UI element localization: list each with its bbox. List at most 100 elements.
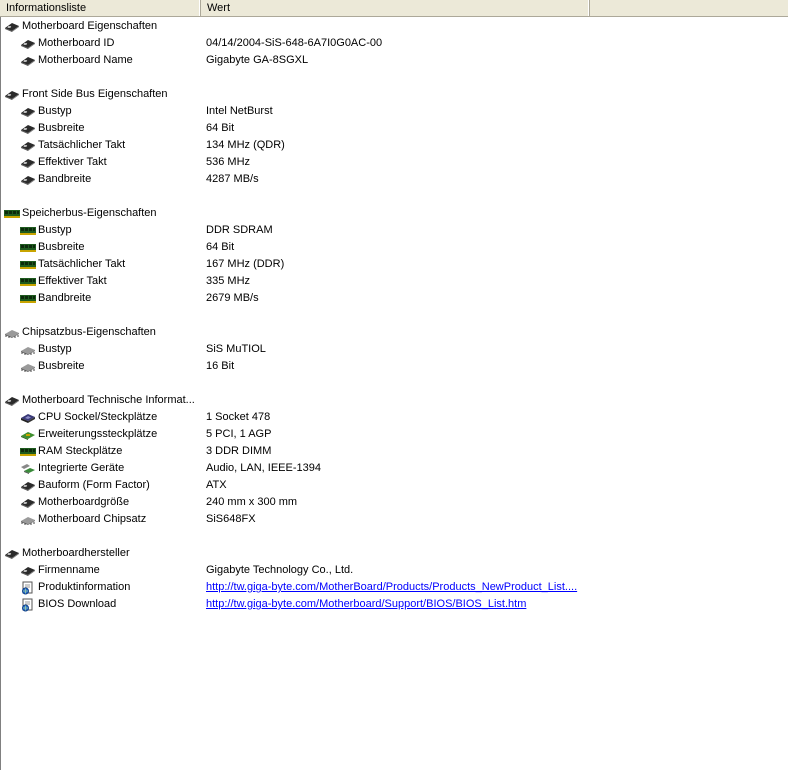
group-header[interactable]: Motherboard Eigenschaften (2, 18, 786, 35)
list-item[interactable]: Tatsächlicher Takt 167 MHz (DDR) (2, 256, 786, 273)
list-item[interactable]: Firmenname Gigabyte Technology Co., Ltd. (2, 562, 786, 579)
list-item[interactable]: Motherboard Name Gigabyte GA-8SGXL (2, 52, 786, 69)
item-value: DDR SDRAM (206, 224, 273, 236)
item-name-cell: CPU Sockel/Steckplätze (20, 409, 157, 426)
group-title: Speicherbus-Eigenschaften (22, 207, 157, 219)
group-title-cell: Motherboard Eigenschaften (4, 18, 157, 35)
chipset-icon (20, 513, 36, 527)
item-label: Motherboard Chipsatz (38, 513, 147, 525)
item-value: 335 MHz (206, 275, 251, 287)
item-value: 3 DDR DIMM (206, 445, 272, 457)
item-value: ATX (206, 479, 227, 491)
list-item[interactable]: Erweiterungssteckplätze 5 PCI, 1 AGP (2, 426, 786, 443)
info-list: Motherboard Eigenschaften Motherboard ID 0… (2, 18, 786, 613)
board-icon (20, 156, 36, 170)
item-value: 1 Socket 478 (206, 411, 271, 423)
group-header[interactable]: Speicherbus-Eigenschaften (2, 205, 786, 222)
item-name-cell: Motherboard ID (20, 35, 114, 52)
item-name-cell: Bandbreite (20, 290, 91, 307)
item-label: Bandbreite (38, 173, 92, 185)
item-label: Integrierte Geräte (38, 462, 125, 474)
column-header-value[interactable]: Wert (201, 0, 590, 16)
group-title: Motherboard Eigenschaften (22, 20, 158, 32)
item-value: 167 MHz (DDR) (206, 258, 285, 270)
ram-icon (20, 275, 36, 289)
list-item[interactable]: Bauform (Form Factor) ATX (2, 477, 786, 494)
board-icon (20, 37, 36, 51)
list-item[interactable]: Integrierte Geräte Audio, LAN, IEEE-1394 (2, 460, 786, 477)
list-item[interactable]: Effektiver Takt 335 MHz (2, 273, 786, 290)
list-item[interactable]: RAM Steckplätze 3 DDR DIMM (2, 443, 786, 460)
item-name-cell: Bustyp (20, 222, 72, 239)
list-item[interactable]: Bustyp DDR SDRAM (2, 222, 786, 239)
list-item[interactable]: Effektiver Takt 536 MHz (2, 154, 786, 171)
list-item[interactable]: Bustyp Intel NetBurst (2, 103, 786, 120)
group-header[interactable]: Motherboardhersteller (2, 545, 786, 562)
item-label: Produktinformation (38, 581, 131, 593)
list-item[interactable]: Motherboard Chipsatz SiS648FX (2, 511, 786, 528)
item-name-cell: BIOS Download (20, 596, 116, 613)
item-value-link[interactable]: http://tw.giga-byte.com/Motherboard/Supp… (206, 596, 526, 613)
board-icon (20, 564, 36, 578)
item-value: 16 Bit (206, 360, 235, 372)
column-header-information[interactable]: Informationsliste (0, 0, 201, 16)
item-label: Erweiterungssteckplätze (38, 428, 158, 440)
item-label: Bandbreite (38, 292, 92, 304)
board-icon (4, 88, 20, 102)
board-icon (20, 479, 36, 493)
list-item[interactable]: CPU Sockel/Steckplätze 1 Socket 478 (2, 409, 786, 426)
board-icon (20, 105, 36, 119)
item-label: Motherboardgröße (38, 496, 130, 508)
list-item[interactable]: Bandbreite 2679 MB/s (2, 290, 786, 307)
item-name-cell: Busbreite (20, 239, 84, 256)
group-header[interactable]: Chipsatzbus-Eigenschaften (2, 324, 786, 341)
devices-icon (20, 462, 36, 476)
list-item[interactable]: BIOS Download http://tw.giga-byte.com/Mot… (2, 596, 786, 613)
board-icon (20, 122, 36, 136)
item-name-cell: Motherboard Name (20, 52, 133, 69)
group-header[interactable]: Motherboard Technische Informat... (2, 392, 786, 409)
item-name-cell: RAM Steckplätze (20, 443, 122, 460)
list-item[interactable]: Bandbreite 4287 MB/s (2, 171, 786, 188)
ram-icon (20, 258, 36, 272)
list-item[interactable]: Motherboardgröße 240 mm x 300 mm (2, 494, 786, 511)
item-label: Effektiver Takt (38, 275, 107, 287)
list-item[interactable]: Bustyp SiS MuTIOL (2, 341, 786, 358)
item-value-link[interactable]: http://tw.giga-byte.com/MotherBoard/Prod… (206, 579, 577, 596)
group-title-cell: Motherboardhersteller (4, 545, 130, 562)
item-label: Bustyp (38, 224, 72, 236)
list-item[interactable]: Tatsächlicher Takt 134 MHz (QDR) (2, 137, 786, 154)
group-title: Chipsatzbus-Eigenschaften (22, 326, 156, 338)
item-value: SiS648FX (206, 513, 256, 525)
list-item[interactable]: Busbreite 64 Bit (2, 120, 786, 137)
list-item[interactable]: Motherboard ID 04/14/2004-SiS-648-6A7I0G0… (2, 35, 786, 52)
list-item[interactable]: Produktinformation http://tw.giga-byte.co… (2, 579, 786, 596)
item-label: Busbreite (38, 122, 85, 134)
board-icon (20, 496, 36, 510)
list-item[interactable]: Busbreite 64 Bit (2, 239, 786, 256)
list-item[interactable]: Busbreite 16 Bit (2, 358, 786, 375)
item-label: Tatsächlicher Takt (38, 139, 126, 151)
item-value: 240 mm x 300 mm (206, 496, 298, 508)
item-value: 134 MHz (QDR) (206, 139, 285, 151)
item-value: Intel NetBurst (206, 105, 273, 117)
item-value: 2679 MB/s (206, 292, 259, 304)
item-name-cell: Busbreite (20, 358, 84, 375)
item-label: Effektiver Takt (38, 156, 107, 168)
group-title-cell: Chipsatzbus-Eigenschaften (4, 324, 156, 341)
group-title: Motherboardhersteller (22, 547, 130, 559)
item-name-cell: Bustyp (20, 341, 72, 358)
item-name-cell: Effektiver Takt (20, 273, 107, 290)
item-name-cell: Effektiver Takt (20, 154, 107, 171)
item-name-cell: Produktinformation (20, 579, 130, 596)
item-name-cell: Busbreite (20, 120, 84, 137)
item-name-cell: Tatsächlicher Takt (20, 137, 125, 154)
item-label: Bustyp (38, 105, 72, 117)
item-value: 5 PCI, 1 AGP (206, 428, 272, 440)
web-page-icon (20, 598, 36, 612)
chipset-icon (20, 360, 36, 374)
item-name-cell: Bustyp (20, 103, 72, 120)
item-value: 64 Bit (206, 241, 235, 253)
group-header[interactable]: Front Side Bus Eigenschaften (2, 86, 786, 103)
